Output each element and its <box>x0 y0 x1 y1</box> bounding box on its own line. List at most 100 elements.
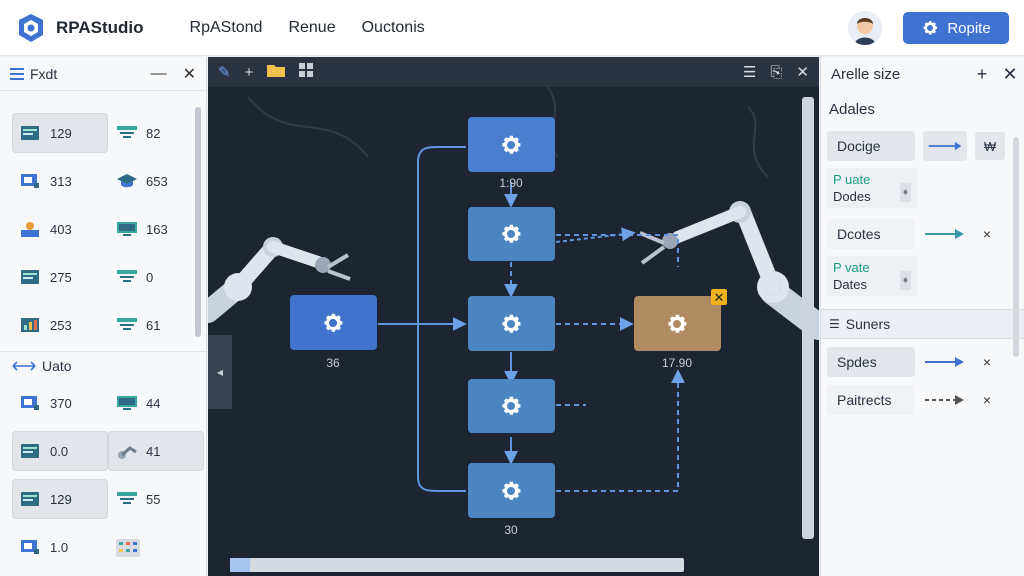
activity-tile[interactable]: 313 <box>12 161 108 201</box>
dashed-arrow-icon <box>925 395 964 405</box>
pin-icon[interactable]: ✎ <box>218 63 231 81</box>
property-note[interactable]: P vate Dates ♦ <box>827 256 917 296</box>
app-logo-icon <box>19 13 43 42</box>
activities-panel-title: Fxdt <box>30 65 58 82</box>
section-row[interactable]: Spdes × <box>821 343 1024 381</box>
run-button-label: Ropite <box>947 19 991 37</box>
note-prefix: P uate <box>833 172 871 187</box>
menu-item-1[interactable]: RpAStond <box>190 19 263 37</box>
avatar-image-icon <box>848 11 882 45</box>
outline-icon[interactable]: ☰ <box>743 63 756 81</box>
node-second[interactable] <box>468 207 555 261</box>
export-icon[interactable]: ⎘ <box>770 64 782 81</box>
activity-tile[interactable]: 653 <box>108 161 204 201</box>
remove-row-icon[interactable]: × <box>975 226 999 242</box>
run-button[interactable]: Ropite <box>903 12 1009 44</box>
list-icon <box>10 67 24 80</box>
tile-value: 61 <box>146 317 161 333</box>
menu-item-3[interactable]: Ouctonis <box>362 19 425 37</box>
tile-value: 55 <box>146 491 161 507</box>
activity-tile[interactable]: 163 <box>108 209 204 249</box>
close-properties-icon[interactable]: ✕ <box>996 64 1024 85</box>
user-avatar[interactable] <box>848 11 882 45</box>
folder-icon[interactable] <box>267 63 286 81</box>
activity-tile[interactable]: 55 <box>108 479 204 519</box>
node-bottom[interactable]: 30 <box>468 463 555 537</box>
grid-view-icon[interactable] <box>299 63 314 81</box>
canvas-vertical-scrollbar[interactable] <box>802 97 814 539</box>
property-note-row[interactable]: P uate Dodes ♦ <box>821 165 1024 211</box>
warning-close-icon[interactable]: ✕ <box>714 291 725 306</box>
activity-tile[interactable]: 82 <box>108 113 204 153</box>
menu-item-2[interactable]: Renue <box>288 19 335 37</box>
tile-value: 313 <box>50 173 72 189</box>
node-right-label: 17.90 <box>662 356 692 370</box>
tile-value: 653 <box>146 173 168 189</box>
node-center[interactable] <box>468 296 555 351</box>
left-panel-scrollbar[interactable] <box>195 107 201 337</box>
activity-tile[interactable] <box>108 527 204 567</box>
activity-tile[interactable]: 44 <box>108 383 204 423</box>
dropdown-diamond-icon[interactable]: ♦ <box>899 183 911 202</box>
section-pill[interactable]: Paitrects <box>827 385 915 415</box>
section-title: Suners <box>845 316 891 332</box>
properties-panel-header: Arelle size + ✕ <box>821 57 1024 91</box>
main-menu: RpAStond Renue Ouctonis <box>190 19 425 37</box>
window-icon <box>20 491 40 507</box>
activity-tile[interactable]: 0.0 <box>12 431 108 471</box>
activity-tile[interactable]: 403 <box>12 209 108 249</box>
activities-panel: Fxdt — ✕ 129 82 313 653 403 163 275 0 253 61 Uato… <box>0 57 207 576</box>
tile-value: 41 <box>146 443 161 459</box>
collapse-panel-tab[interactable]: ◂ <box>208 335 232 409</box>
robot-arm-icon <box>116 443 137 459</box>
property-pill[interactable]: Dcotes <box>827 219 915 249</box>
property-pill[interactable]: Docige <box>827 131 915 161</box>
section-header-suners[interactable]: ☰ Suners <box>821 309 1024 339</box>
tile-value: 253 <box>50 317 72 333</box>
activity-tile[interactable]: 129 <box>12 113 108 153</box>
section-pill[interactable]: Spdes <box>827 347 915 377</box>
close-icon[interactable]: ✕ <box>183 64 196 84</box>
hscroll-thumb[interactable] <box>230 558 250 572</box>
activity-tile[interactable]: 61 <box>108 305 204 345</box>
tile-value: 0 <box>146 269 154 285</box>
activity-tile[interactable]: 0 <box>108 257 204 297</box>
node-fourth[interactable] <box>468 379 555 433</box>
properties-scrollbar[interactable] <box>1013 137 1019 357</box>
remove-row-icon[interactable]: × <box>975 392 999 408</box>
workflow-diagram[interactable]: 1:90 36 ✕ 17.90 30 <box>208 87 819 576</box>
property-note-row[interactable]: P vate Dates ♦ <box>821 253 1024 299</box>
node-left-label: 36 <box>326 356 340 370</box>
property-note[interactable]: P uate Dodes ♦ <box>827 168 917 208</box>
double-arrow-icon <box>12 360 36 371</box>
bg-curve <box>247 96 369 158</box>
tile-value: 129 <box>50 125 72 141</box>
properties-panel-title: Arelle size <box>831 65 901 83</box>
tile-value: 370 <box>50 395 72 411</box>
activity-tile[interactable]: 129 <box>12 479 108 519</box>
remove-row-icon[interactable]: × <box>975 354 999 370</box>
section-header-uato[interactable]: Uato <box>0 351 206 379</box>
node-left[interactable]: 36 <box>290 295 377 370</box>
activity-tile[interactable]: 370 <box>12 383 108 423</box>
screen-icon <box>116 395 137 411</box>
toolbar-icon <box>116 125 137 141</box>
top-header: RPAStudio RpAStond Renue Ouctonis Ropite <box>0 0 1024 56</box>
canvas-close-icon[interactable]: ✕ <box>796 63 809 81</box>
property-action-button[interactable]: ₩ <box>975 132 1005 160</box>
canvas-horizontal-scrollbar[interactable] <box>230 558 684 572</box>
activity-tile[interactable]: 1.0 <box>12 527 108 567</box>
section-row[interactable]: Paitrects × <box>821 381 1024 419</box>
workflow-canvas[interactable]: ✎ + ☰ ⎘ ✕ 1:90 36 ✕ 17.90 30 ◂ <box>208 57 819 576</box>
toolbar-icon <box>116 269 137 285</box>
activity-tile[interactable]: 275 <box>12 257 108 297</box>
activity-tile[interactable]: 41 <box>108 431 204 471</box>
monitor-icon <box>20 539 40 555</box>
dropdown-diamond-icon[interactable]: ♦ <box>899 271 911 290</box>
add-icon[interactable]: + <box>245 64 254 81</box>
add-property-icon[interactable]: + <box>968 64 996 85</box>
minimize-icon[interactable]: — <box>151 65 167 83</box>
property-row[interactable]: Docige ₩ <box>821 127 1024 165</box>
activity-tile[interactable]: 253 <box>12 305 108 345</box>
property-row[interactable]: Dcotes × <box>821 215 1024 253</box>
